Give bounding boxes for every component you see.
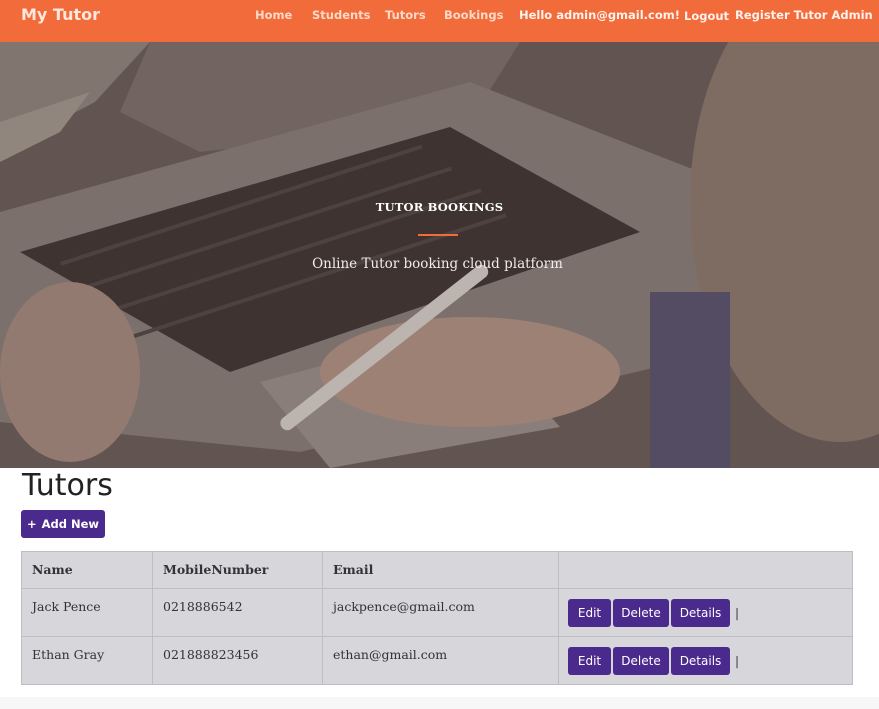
table-row: Jack Pence 0218886542 jackpence@gmail.co…: [21, 588, 853, 637]
add-new-button[interactable]: + Add New: [21, 510, 105, 538]
nav-bookings[interactable]: Bookings: [444, 8, 503, 22]
delete-button[interactable]: Delete: [613, 647, 669, 675]
edit-button[interactable]: Edit: [568, 647, 611, 675]
details-button[interactable]: Details: [671, 647, 730, 675]
nav-greeting[interactable]: Hello admin@gmail.com!: [519, 8, 680, 22]
nav-logout[interactable]: Logout: [684, 9, 729, 23]
cell-name: Ethan Gray: [21, 636, 153, 685]
cell-name: Jack Pence: [21, 588, 153, 637]
delete-button[interactable]: Delete: [613, 599, 669, 627]
cell-email: jackpence@gmail.com: [322, 588, 559, 637]
hero-divider: [418, 234, 458, 236]
brand-logo[interactable]: My Tutor: [21, 5, 100, 24]
nav-register-tutor-admin[interactable]: Register Tutor Admin: [735, 8, 873, 22]
hero-title: TUTOR BOOKINGS: [375, 200, 504, 214]
cell-actions: Edit Delete Details |: [558, 588, 853, 637]
cell-email: ethan@gmail.com: [322, 636, 559, 685]
page-title: Tutors: [22, 468, 113, 503]
nav-students[interactable]: Students: [312, 8, 371, 22]
top-navbar: My Tutor Home Students Tutors Bookings H…: [0, 0, 879, 42]
plus-icon: +: [26, 517, 37, 531]
edit-button[interactable]: Edit: [568, 599, 611, 627]
nav-tutors[interactable]: Tutors: [385, 8, 426, 22]
table-header-row: Name MobileNumber Email: [21, 551, 853, 589]
table-row: Ethan Gray 021888823456 ethan@gmail.com …: [21, 636, 853, 685]
header-email: Email: [322, 551, 559, 589]
cell-actions: Edit Delete Details |: [558, 636, 853, 685]
header-actions: [558, 551, 853, 589]
hero-overlay: [0, 42, 879, 468]
add-new-label: Add New: [41, 517, 100, 531]
header-name: Name: [21, 551, 153, 589]
main-content: Tutors + Add New Name MobileNumber Email…: [0, 468, 879, 697]
header-mobile-number: MobileNumber: [152, 551, 323, 589]
page-footer-strip: [0, 697, 879, 709]
details-button[interactable]: Details: [671, 599, 730, 627]
nav-home[interactable]: Home: [255, 8, 292, 22]
cell-mobile: 0218886542: [152, 588, 323, 637]
cell-mobile: 021888823456: [152, 636, 323, 685]
hero-subtitle: Online Tutor booking cloud platform: [312, 256, 563, 272]
action-separator: |: [735, 654, 740, 668]
action-separator: |: [735, 606, 740, 620]
hero-banner: TUTOR BOOKINGS Online Tutor booking clou…: [0, 42, 879, 468]
tutors-table: Name MobileNumber Email Jack Pence 02188…: [21, 551, 853, 685]
